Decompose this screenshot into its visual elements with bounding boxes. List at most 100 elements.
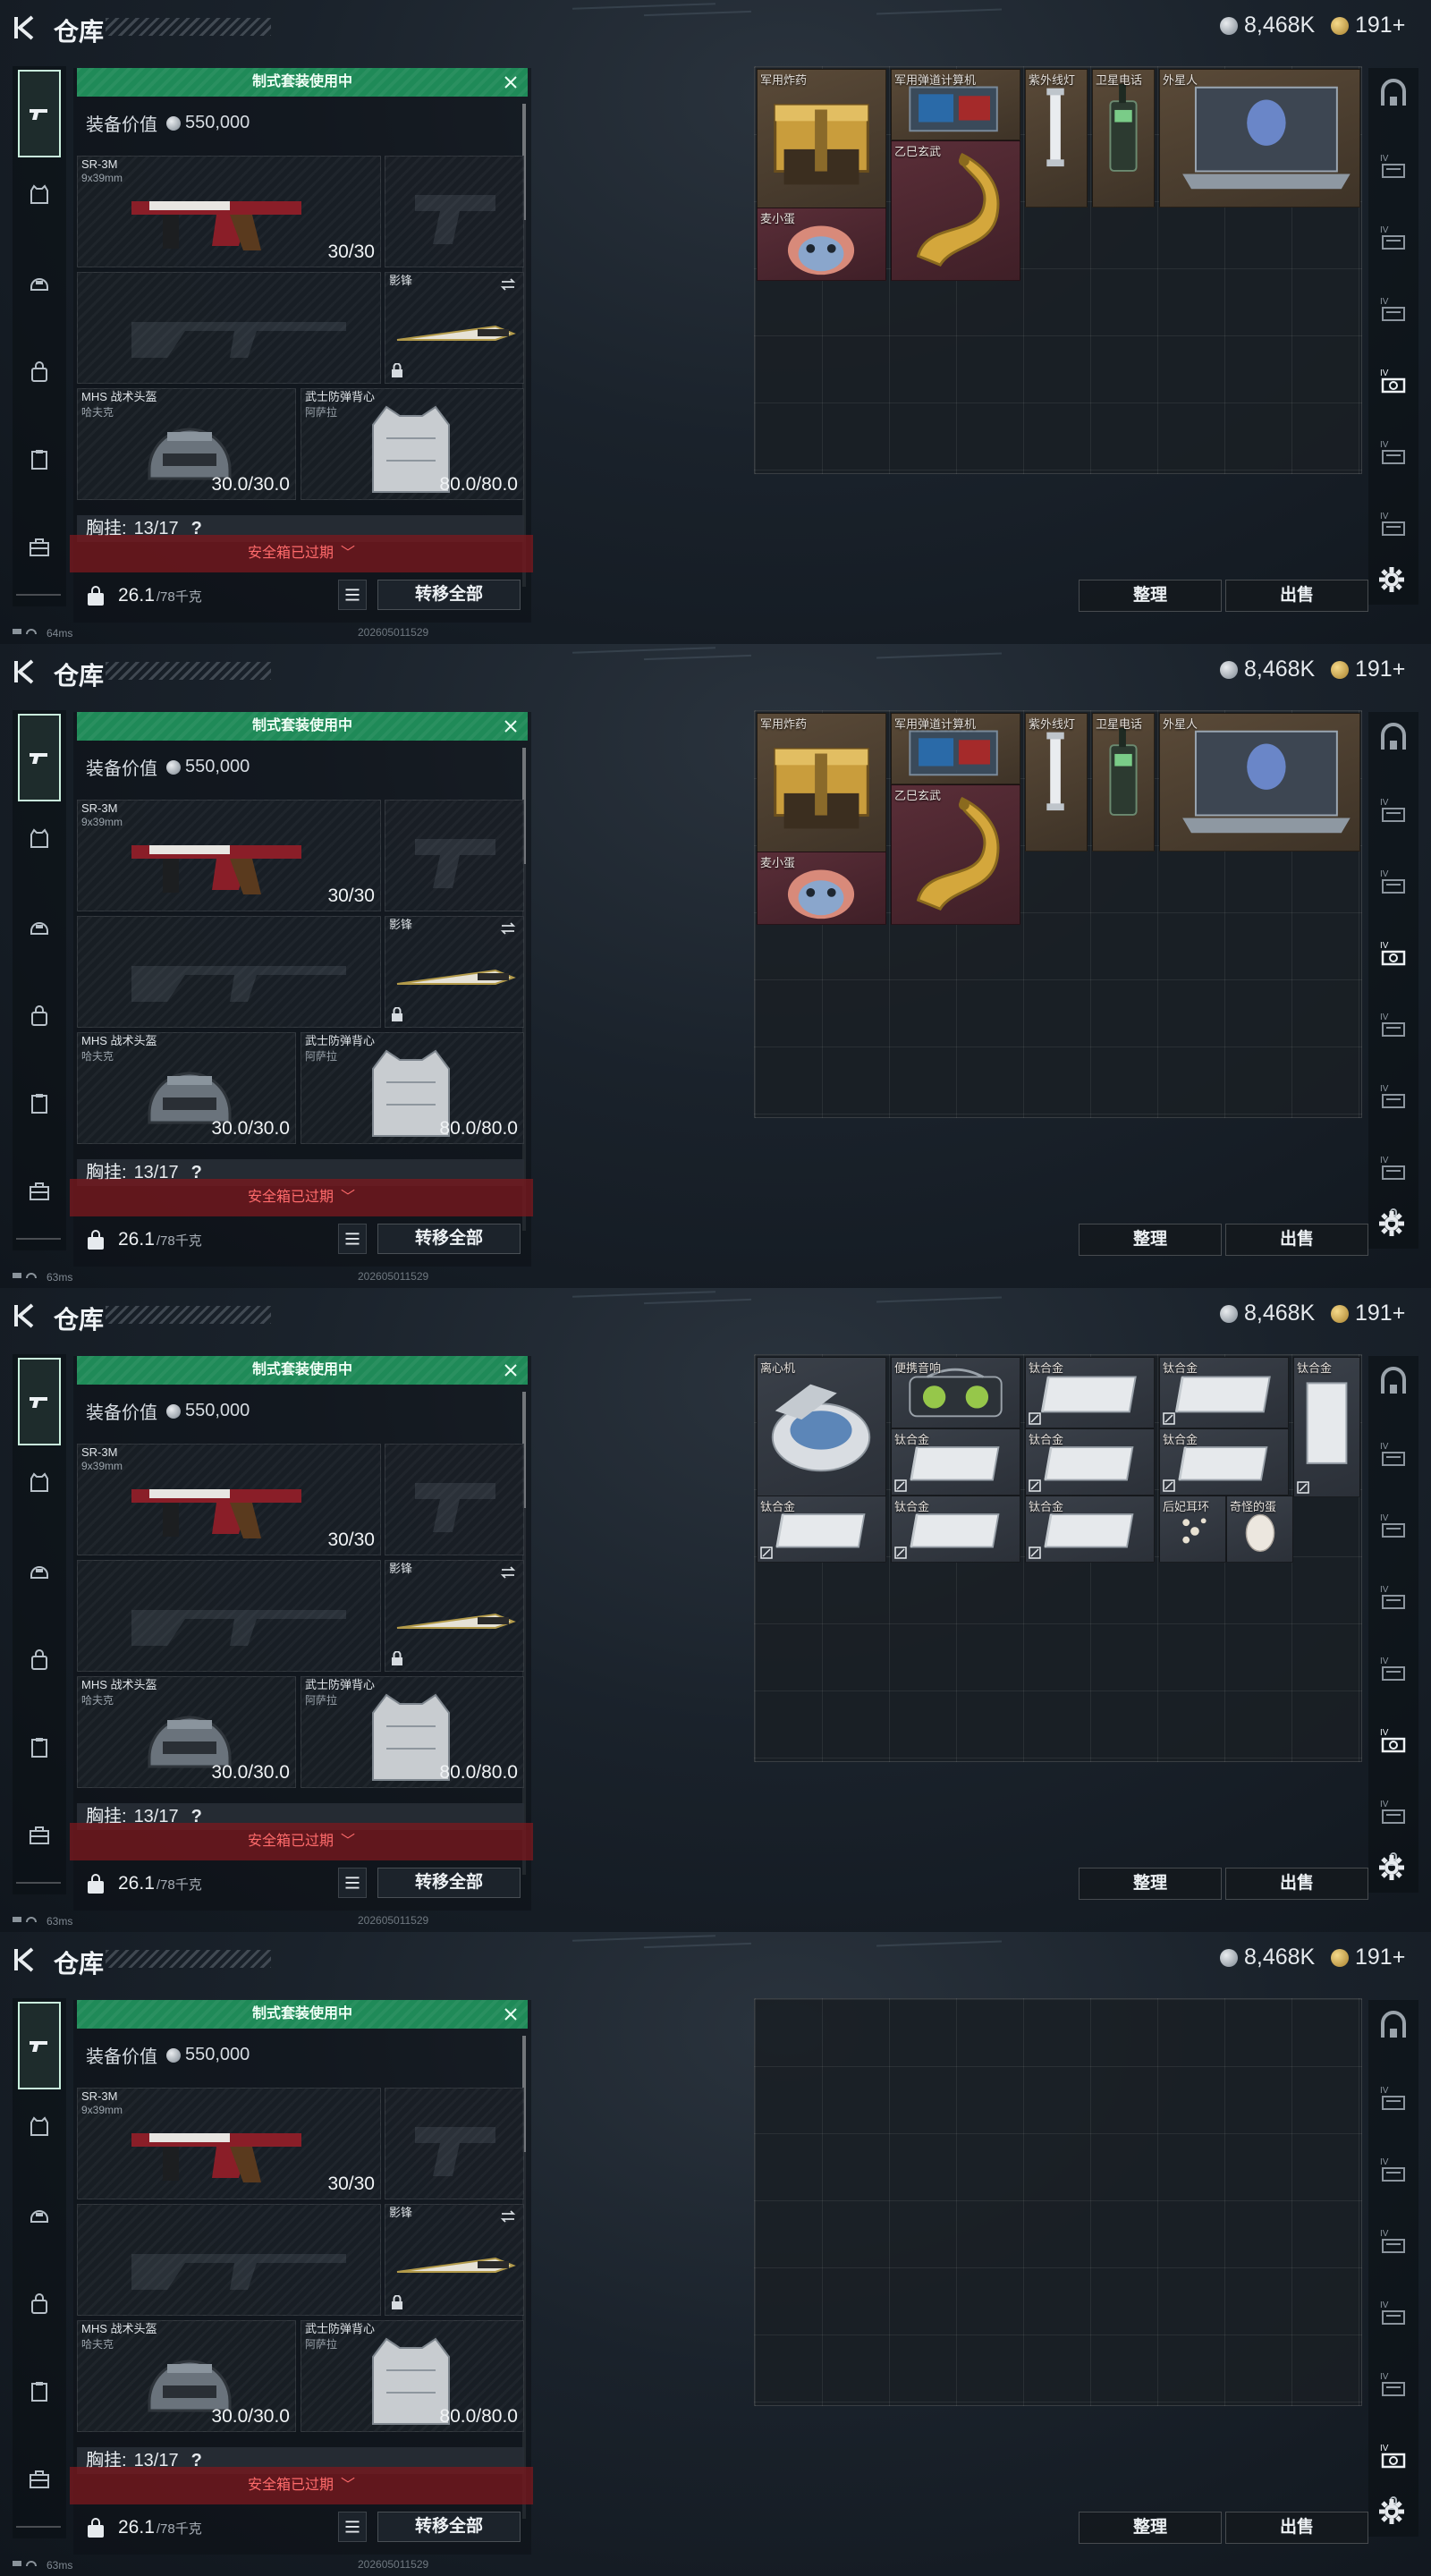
chest-rig-tab-icon[interactable] [18, 438, 61, 481]
weapons-tab-icon[interactable] [18, 714, 61, 801]
close-icon[interactable] [501, 1360, 521, 1380]
settings-gear-icon[interactable] [1377, 1853, 1406, 1882]
currency-gold[interactable]: 191+ [1331, 1301, 1405, 1326]
back-arrow-icon[interactable] [14, 658, 39, 685]
storage-page-4-icon[interactable]: IV [1374, 1005, 1413, 1045]
storage-page-1-icon[interactable]: IV [1374, 1435, 1413, 1474]
helmet-tab-icon[interactable] [18, 907, 61, 950]
storage-item[interactable]: 乙巳玄武 [891, 784, 1020, 925]
sidearm-slot[interactable] [385, 1444, 524, 1555]
safe-case-tab-icon[interactable] [18, 1170, 61, 1213]
swap-icon[interactable] [500, 278, 516, 291]
weapons-tab-icon[interactable] [18, 70, 61, 157]
backpack-tab-icon[interactable] [18, 351, 61, 394]
storage-page-1-icon[interactable]: IV [1374, 791, 1413, 830]
safe-case-expired-banner[interactable]: 安全箱已过期 ﹀ [70, 535, 533, 572]
storage-item[interactable]: 钛合金 [1293, 1357, 1360, 1497]
transfer-all-button[interactable]: 转移全部 [377, 2512, 521, 2542]
helmet-tab-icon[interactable] [18, 2195, 61, 2238]
warehouse-home-icon[interactable] [1374, 1363, 1413, 1402]
armor-tab-icon[interactable] [18, 174, 61, 216]
storage-item[interactable]: 外星人 [1159, 713, 1360, 852]
safe-case-expired-banner[interactable]: 安全箱已过期 ﹀ [70, 1179, 533, 1216]
warehouse-home-icon[interactable] [1374, 719, 1413, 758]
sell-button[interactable]: 出售 [1225, 2512, 1368, 2544]
storage-page-5-icon[interactable]: IV [1374, 1721, 1413, 1760]
armor-tab-icon[interactable] [18, 2106, 61, 2148]
safe-case-expired-banner[interactable]: 安全箱已过期 ﹀ [70, 2467, 533, 2504]
storage-page-3-icon[interactable]: IV [1374, 1578, 1413, 1617]
storage-item[interactable]: 钛合金 [757, 1496, 886, 1563]
weapons-tab-icon[interactable] [18, 1358, 61, 1445]
helmet-tab-icon[interactable] [18, 263, 61, 306]
close-icon[interactable] [501, 2004, 521, 2024]
settings-gear-icon[interactable] [1377, 1209, 1406, 1238]
storage-item[interactable]: 军用弹道计算机 [891, 69, 1020, 140]
back-arrow-icon[interactable] [14, 1946, 39, 1973]
swap-icon[interactable] [500, 922, 516, 935]
sell-button[interactable]: 出售 [1225, 1224, 1368, 1256]
helmet-slot[interactable]: MHS 战术头盔 哈夫克 30.0/30.0 [77, 1676, 296, 1788]
sell-button[interactable]: 出售 [1225, 1868, 1368, 1900]
storage-page-2-icon[interactable]: IV [1374, 1506, 1413, 1546]
storage-item[interactable]: 外星人 [1159, 69, 1360, 208]
storage-item[interactable]: 钛合金 [891, 1496, 1020, 1563]
sidearm-slot[interactable] [385, 800, 524, 911]
storage-page-2-icon[interactable]: IV [1374, 2150, 1413, 2190]
storage-item[interactable]: 卫星电话 [1092, 713, 1155, 852]
safe-case-tab-icon[interactable] [18, 526, 61, 569]
sell-button[interactable]: 出售 [1225, 580, 1368, 612]
helmet-slot[interactable]: MHS 战术头盔 哈夫克 30.0/30.0 [77, 1032, 296, 1144]
storage-page-5-icon[interactable]: IV [1374, 2365, 1413, 2404]
storage-page-3-icon[interactable]: IV [1374, 2222, 1413, 2261]
storage-item[interactable]: 卫星电话 [1092, 69, 1155, 208]
storage-item[interactable]: 奇怪的蛋 [1226, 1496, 1293, 1563]
warehouse-home-icon[interactable] [1374, 75, 1413, 114]
transfer-all-button[interactable]: 转移全部 [377, 1868, 521, 1898]
storage-page-1-icon[interactable]: IV [1374, 147, 1413, 186]
storage-item[interactable]: 离心机 [757, 1357, 886, 1497]
armor-tab-icon[interactable] [18, 1462, 61, 1504]
currency-gold[interactable]: 191+ [1331, 1945, 1405, 1970]
storage-page-6-icon[interactable]: IV [1374, 504, 1413, 544]
melee-slot[interactable]: 影锋 [385, 2204, 524, 2316]
secondary-weapon-slot[interactable] [77, 2204, 381, 2316]
backpack-tab-icon[interactable] [18, 2283, 61, 2326]
transfer-all-button[interactable]: 转移全部 [377, 580, 521, 610]
storage-item[interactable]: 军用炸药 [757, 713, 886, 860]
safe-case-tab-icon[interactable] [18, 2458, 61, 2501]
sidearm-slot[interactable] [385, 156, 524, 267]
back-arrow-icon[interactable] [14, 1302, 39, 1329]
storage-item[interactable]: 钛合金 [1159, 1357, 1289, 1428]
melee-slot[interactable]: 影锋 [385, 916, 524, 1028]
storage-item[interactable]: 麦小蛋 [757, 852, 886, 925]
storage-item[interactable]: 麦小蛋 [757, 208, 886, 281]
storage-page-2-icon[interactable]: IV [1374, 862, 1413, 902]
back-arrow-icon[interactable] [14, 14, 39, 41]
primary-weapon-slot[interactable]: SR-3M 9x39mm 30/30 [77, 2088, 381, 2199]
swap-icon[interactable] [500, 2210, 516, 2223]
list-view-button[interactable] [338, 2512, 367, 2542]
storage-item[interactable]: 乙巳玄武 [891, 140, 1020, 281]
backpack-tab-icon[interactable] [18, 995, 61, 1038]
helmet-slot[interactable]: MHS 战术头盔 哈夫克 30.0/30.0 [77, 388, 296, 500]
storage-item[interactable]: 钛合金 [891, 1428, 1020, 1496]
secondary-weapon-slot[interactable] [77, 1560, 381, 1672]
secondary-weapon-slot[interactable] [77, 272, 381, 384]
primary-weapon-slot[interactable]: SR-3M 9x39mm 30/30 [77, 1444, 381, 1555]
settings-gear-icon[interactable] [1377, 2497, 1406, 2526]
close-icon[interactable] [501, 716, 521, 736]
list-view-button[interactable] [338, 1224, 367, 1254]
currency-gold[interactable]: 191+ [1331, 657, 1405, 682]
melee-slot[interactable]: 影锋 [385, 1560, 524, 1672]
close-icon[interactable] [501, 72, 521, 92]
sort-button[interactable]: 整理 [1079, 2512, 1222, 2544]
storage-item[interactable]: 便携音响 [891, 1357, 1020, 1428]
weapons-tab-icon[interactable] [18, 2002, 61, 2089]
storage-page-5-icon[interactable]: IV [1374, 433, 1413, 472]
storage-item[interactable]: 后妃耳环 [1159, 1496, 1226, 1563]
armor-slot[interactable]: 武士防弹背心 阿萨拉 80.0/80.0 [301, 388, 524, 500]
helmet-slot[interactable]: MHS 战术头盔 哈夫克 30.0/30.0 [77, 2320, 296, 2432]
storage-page-4-icon[interactable]: IV [1374, 361, 1413, 401]
armor-slot[interactable]: 武士防弹背心 阿萨拉 80.0/80.0 [301, 1032, 524, 1144]
